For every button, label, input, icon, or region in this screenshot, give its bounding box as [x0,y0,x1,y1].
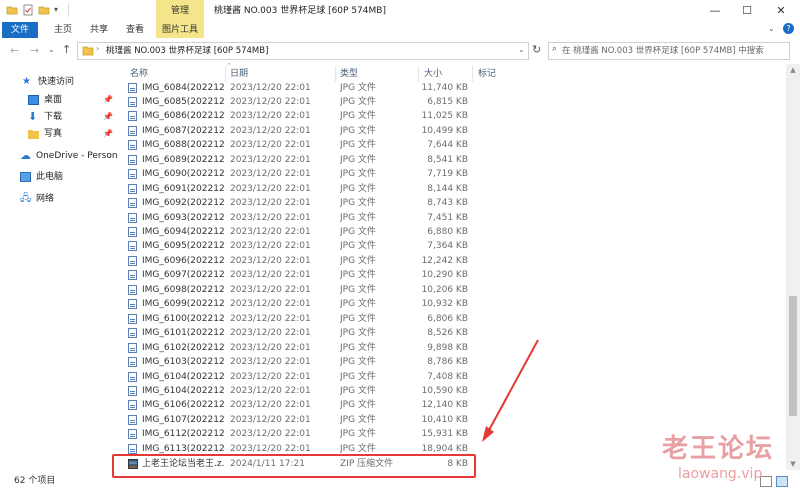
watermark-logo: 老王论坛 [662,434,775,464]
watermark-url: laowang.vip [678,466,763,482]
annotation-arrow [482,339,539,442]
highlight-box [112,454,476,478]
